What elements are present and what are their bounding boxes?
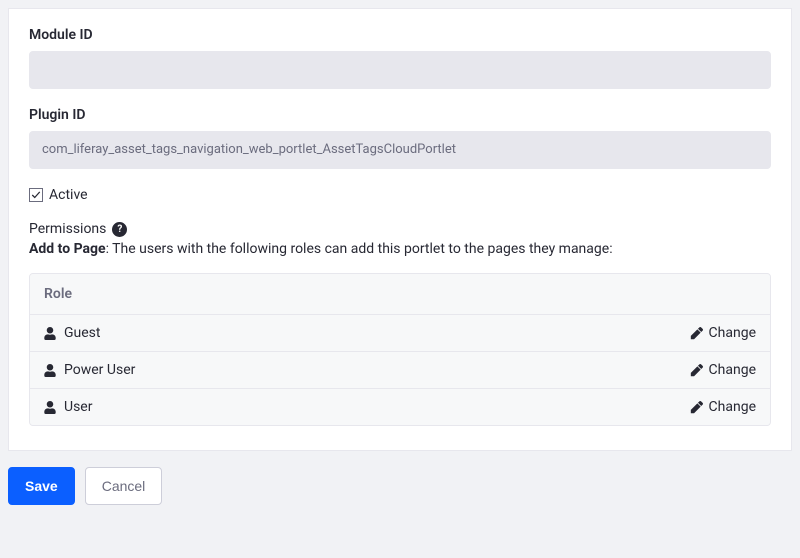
plugin-id-label: Plugin ID — [29, 107, 771, 123]
save-button[interactable]: Save — [8, 467, 75, 505]
edit-icon — [690, 327, 703, 340]
permissions-heading: Permissions — [29, 221, 106, 237]
change-label: Change — [709, 362, 756, 378]
active-checkbox-row[interactable]: Active — [29, 187, 771, 203]
roles-table: Role Guest Change — [29, 273, 771, 426]
edit-icon — [690, 364, 703, 377]
permissions-caption-label: Add to Page — [29, 241, 106, 257]
roles-table-header: Role — [30, 274, 770, 315]
plugin-id-field: com_liferay_asset_tags_navigation_web_po… — [29, 131, 771, 169]
role-name: Power User — [64, 362, 135, 378]
cancel-button[interactable]: Cancel — [85, 467, 163, 505]
role-name: User — [64, 399, 92, 415]
change-role-link[interactable]: Change — [690, 362, 756, 378]
module-id-field — [29, 51, 771, 89]
table-row: Power User Change — [30, 352, 770, 389]
user-icon — [44, 401, 56, 414]
settings-panel: Module ID Plugin ID com_liferay_asset_ta… — [8, 8, 792, 451]
permissions-caption-text: : The users with the following roles can… — [106, 241, 613, 257]
user-icon — [44, 364, 56, 377]
change-role-link[interactable]: Change — [690, 325, 756, 341]
form-actions: Save Cancel — [8, 467, 792, 505]
checkmark-icon — [31, 190, 41, 200]
module-id-label: Module ID — [29, 27, 771, 43]
change-label: Change — [709, 399, 756, 415]
user-icon — [44, 327, 56, 340]
permissions-help-icon[interactable]: ? — [112, 222, 127, 237]
role-name: Guest — [64, 325, 100, 341]
permissions-caption: Add to Page: The users with the followin… — [29, 241, 771, 257]
active-checkbox[interactable] — [29, 188, 43, 202]
change-role-link[interactable]: Change — [690, 399, 756, 415]
table-row: Guest Change — [30, 315, 770, 352]
edit-icon — [690, 401, 703, 414]
change-label: Change — [709, 325, 756, 341]
active-label: Active — [49, 187, 88, 203]
table-row: User Change — [30, 389, 770, 425]
